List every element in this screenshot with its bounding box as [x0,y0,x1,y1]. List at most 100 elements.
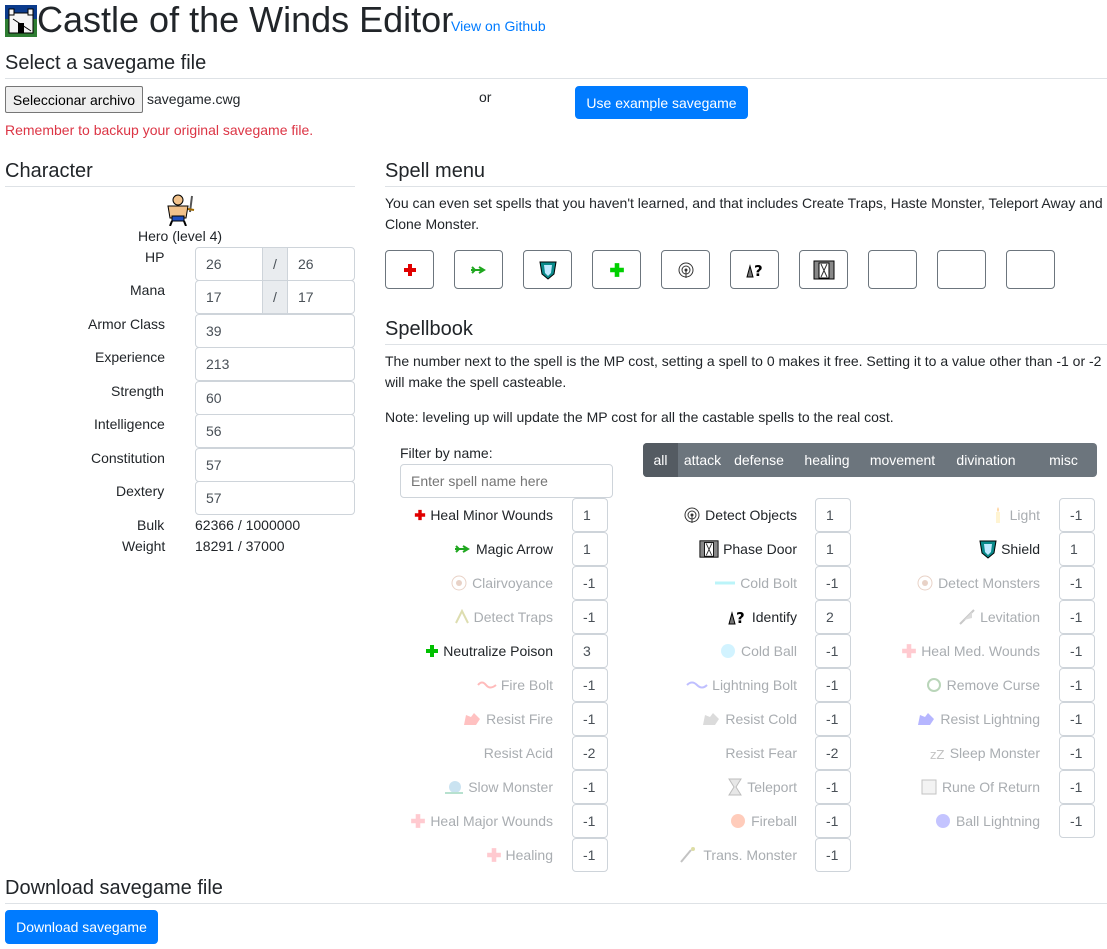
spell-cost-input[interactable]: -1 [815,634,851,668]
spell-heal-major-wounds: Heal Major Wounds [410,804,553,838]
spell-cost-input[interactable]: -1 [572,770,608,804]
shield-icon [538,260,557,280]
green-cross-icon [425,643,439,659]
hero-avatar [163,194,197,227]
remove-curse-icon [925,677,943,693]
filter-misc[interactable]: misc [1030,443,1097,477]
spell-cost-input[interactable]: -2 [572,736,608,770]
spell-cost-input[interactable]: 2 [815,600,851,634]
weight-label: Weight [122,538,166,554]
hp-current-input[interactable]: 26 [195,247,263,281]
dexterity-input[interactable]: 57 [195,481,355,515]
spell-cost-input[interactable]: -1 [1059,804,1095,838]
spell-cost-input[interactable]: -1 [572,600,608,634]
hp-separator: / [262,247,288,281]
spell-menu-slot-3[interactable] [523,250,572,289]
spellbook-heading: Spellbook [385,318,473,340]
spell-cost-input[interactable]: -1 [572,838,608,872]
choose-file-button[interactable]: Seleccionar archivo [5,86,143,113]
filter-healing[interactable]: healing [791,443,863,477]
bulk-label: Bulk [137,517,165,533]
spell-cost-input[interactable]: -1 [1059,498,1095,532]
svg-text:zZ: zZ [930,748,945,761]
spell-menu-slot-1[interactable] [385,250,434,289]
spell-cost-input[interactable]: 1 [572,498,608,532]
spell-name: Lightning Bolt [712,677,797,693]
hourglass-icon [727,778,743,796]
spell-menu-slot-6[interactable]: ? [730,250,779,289]
filter-defense[interactable]: defense [727,443,791,477]
spell-cost-input[interactable]: -1 [1059,634,1095,668]
spell-levitation: Levitation [958,600,1040,634]
armor-class-input[interactable]: 39 [195,314,355,348]
mana-current-input[interactable]: 17 [195,280,263,314]
spell-cost-input[interactable]: -1 [1059,702,1095,736]
mana-max-input[interactable]: 17 [287,280,355,314]
spell-cost-input[interactable]: -1 [815,668,851,702]
spell-cost-input[interactable]: -1 [815,770,851,804]
spell-cost-input[interactable]: -2 [815,736,851,770]
spell-menu-slot-9[interactable] [937,250,986,289]
intelligence-input[interactable]: 56 [195,414,355,448]
spell-cost-input[interactable]: -1 [1059,566,1095,600]
spell-cost-input[interactable]: -1 [815,838,851,872]
spell-cost-input[interactable]: -1 [1059,668,1095,702]
spell-cost-input[interactable]: -1 [815,804,851,838]
weight-value: 18291 / 37000 [195,538,285,554]
github-link[interactable]: View on Github [451,18,546,34]
spell-filter-input[interactable] [400,464,613,498]
spell-menu-slot-7[interactable] [799,250,848,289]
spell-name: Teleport [747,779,797,795]
spell-cost-input[interactable]: 1 [572,532,608,566]
spell-name: Clairvoyance [472,575,553,591]
spell-menu-slot-2[interactable] [454,250,503,289]
page-title: Castle of the Winds Editor [37,0,454,40]
spell-cost-input[interactable]: 1 [815,498,851,532]
category-filter-bar: all attack defense healing movement divinatio… [643,443,1097,477]
filter-attack[interactable]: attack [678,443,727,477]
spell-name: Cold Bolt [740,575,797,591]
spell-menu-slot-4[interactable] [592,250,641,289]
spell-cost-input[interactable]: -1 [572,668,608,702]
spell-cost-input[interactable]: -1 [572,804,608,838]
filter-all[interactable]: all [643,443,678,477]
spell-name: Light [1009,507,1040,523]
hp-max-input[interactable]: 26 [287,247,355,281]
spell-slow-monster: Slow Monster [444,770,553,804]
spell-cost-input[interactable]: 3 [572,634,608,668]
spell-detect-monsters: Detect Monsters [916,566,1040,600]
spell-menu-slot-8[interactable] [868,250,917,289]
constitution-input[interactable]: 57 [195,448,355,482]
trap-icon [454,609,470,625]
spell-name: Detect Traps [473,609,553,625]
experience-input[interactable]: 213 [195,347,355,381]
use-example-button[interactable]: Use example savegame [575,86,748,119]
filter-movement[interactable]: movement [863,443,942,477]
spell-cost-input[interactable]: -1 [572,702,608,736]
spell-menu-heading: Spell menu [385,160,486,182]
spell-heal-minor-wounds: Heal Minor Wounds [414,498,553,532]
spell-cold-bolt: Cold Bolt [714,566,797,600]
spell-cost-input[interactable]: -1 [1059,736,1095,770]
neutralize-poison-icon [609,262,625,278]
download-savegame-button[interactable]: Download savegame [5,910,158,944]
strength-input[interactable]: 60 [195,381,355,415]
spell-detect-objects: Detect Objects [683,498,797,532]
character-heading: Character [5,160,93,182]
spell-resist-fire: Resist Fire [462,702,553,736]
filter-divination[interactable]: divination [942,443,1030,477]
spell-cost-input[interactable]: 1 [815,532,851,566]
radar-icon [683,507,701,523]
spell-name: Rune Of Return [941,779,1040,795]
spell-cost-input[interactable]: -1 [815,566,851,600]
spell-cost-input[interactable]: -1 [1059,600,1095,634]
spell-menu-slot-10[interactable] [1006,250,1055,289]
spell-cost-input[interactable]: 1 [1059,532,1095,566]
spell-cost-input[interactable]: -1 [1059,770,1095,804]
spell-cost-input[interactable]: -1 [815,702,851,736]
spell-resist-acid: Resist Acid [484,736,553,770]
door-icon [699,540,719,558]
spell-menu-slot-5[interactable] [661,250,710,289]
spell-cost-input[interactable]: -1 [572,566,608,600]
identify-icon: ? [744,261,766,279]
